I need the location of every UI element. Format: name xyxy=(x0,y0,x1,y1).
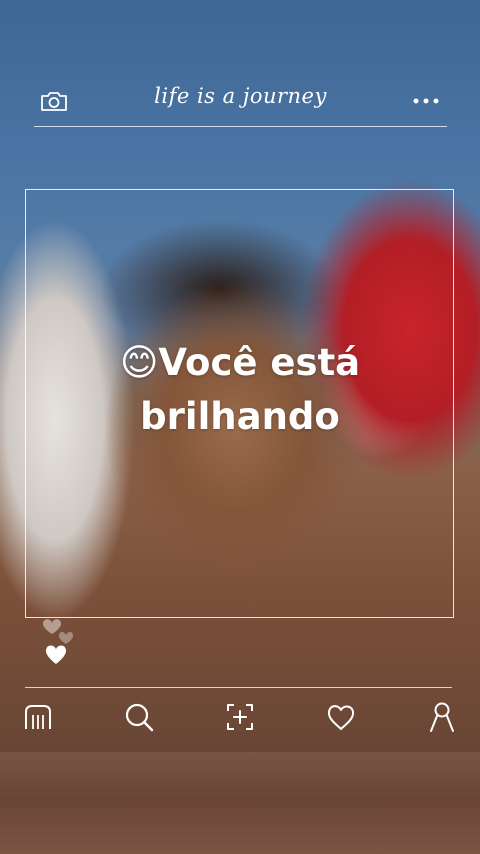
navbar-divider xyxy=(25,687,452,688)
search-icon xyxy=(125,703,154,732)
post-caption: 😊Você está brilhando xyxy=(60,336,420,444)
more-dots-icon[interactable] xyxy=(413,98,439,104)
nav-likes[interactable] xyxy=(323,699,359,735)
add-post-icon xyxy=(227,704,253,730)
smile-emoji: 😊 xyxy=(119,341,159,384)
nav-add[interactable] xyxy=(222,699,258,735)
profile-icon xyxy=(430,702,454,732)
home-icon xyxy=(25,705,51,729)
hearts-icon[interactable] xyxy=(38,608,82,668)
bottom-band xyxy=(0,752,480,854)
brand-title: life is a journey xyxy=(154,84,327,108)
heart-icon xyxy=(327,705,355,730)
nav-search[interactable] xyxy=(121,699,157,735)
caption-line-1: 😊Você está xyxy=(60,336,420,390)
nav-home[interactable] xyxy=(20,699,56,735)
nav-profile[interactable] xyxy=(424,699,460,735)
bottom-navbar xyxy=(20,698,460,736)
top-bar: life is a journey xyxy=(34,82,447,127)
caption-line-2: brilhando xyxy=(140,395,340,438)
caption-text-1: Você está xyxy=(158,341,361,384)
screen: life is a journey 😊Você está brilhando xyxy=(0,0,480,854)
